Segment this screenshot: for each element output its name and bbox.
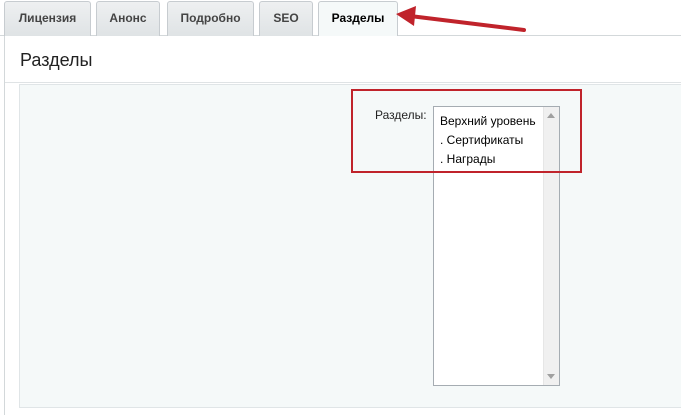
sections-option-awards[interactable]: . Награды <box>440 152 495 166</box>
tab-bar: Лицензия Анонс Подробно SEO Разделы <box>0 0 681 37</box>
listbox-scrollbar[interactable] <box>543 107 559 385</box>
sections-listbox[interactable]: Верхний уровень . Сертификаты . Награды <box>433 106 560 386</box>
tab-announcement[interactable]: Анонс <box>96 1 160 36</box>
title-divider <box>5 82 681 83</box>
sections-option-certificates[interactable]: . Сертификаты <box>440 133 523 147</box>
sections-option-top-level[interactable]: Верхний уровень <box>440 114 536 128</box>
tab-sections[interactable]: Разделы <box>318 1 398 37</box>
tab-content: Разделы Разделы: Верхний уровень . Серти… <box>4 36 681 415</box>
scroll-up-icon[interactable] <box>547 113 555 118</box>
form-area: Разделы: Верхний уровень . Сертификаты .… <box>19 84 681 408</box>
page: Лицензия Анонс Подробно SEO Разделы Разд… <box>0 0 681 415</box>
sections-field-label: Разделы: <box>375 108 427 122</box>
scroll-down-icon[interactable] <box>547 374 555 379</box>
tab-details[interactable]: Подробно <box>167 1 254 36</box>
section-title: Разделы <box>20 50 93 70</box>
tab-license[interactable]: Лицензия <box>4 1 91 36</box>
tab-seo[interactable]: SEO <box>259 1 313 36</box>
